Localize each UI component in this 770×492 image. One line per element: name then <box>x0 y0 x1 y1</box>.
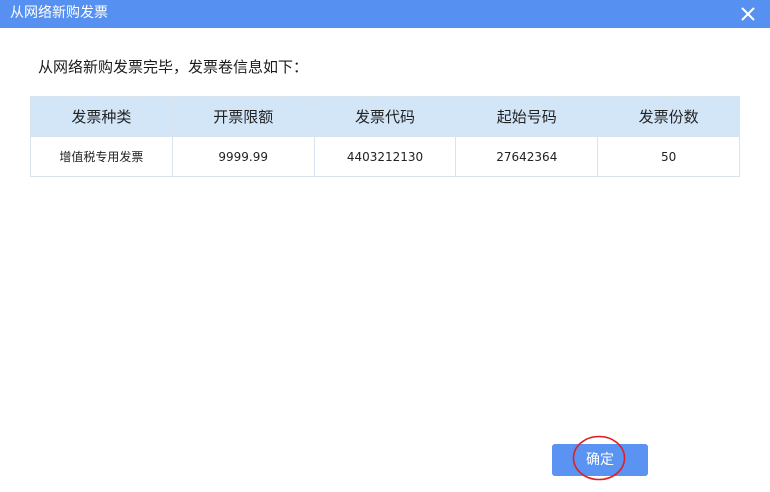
cell-invoice-type: 增值税专用发票 <box>30 136 173 177</box>
invoice-info-table: 发票种类 开票限额 发票代码 起始号码 发票份数 增值税专用发票 9999.99… <box>30 96 740 177</box>
column-header-start-number: 起始号码 <box>455 96 599 137</box>
dialog-window: 从网络新购发票 从网络新购发票完毕，发票卷信息如下： 发票种类 开票限额 发票代… <box>0 0 770 492</box>
ok-button[interactable]: 确定 <box>552 444 648 476</box>
cell-invoice-limit: 9999.99 <box>171 136 315 177</box>
column-header-count: 发票份数 <box>597 96 740 137</box>
title-bar: 从网络新购发票 <box>0 0 770 28</box>
close-icon <box>741 7 755 21</box>
cell-start-number: 27642364 <box>455 136 599 177</box>
column-header-limit: 开票限额 <box>171 96 315 137</box>
completion-message: 从网络新购发票完毕，发票卷信息如下： <box>38 58 309 76</box>
close-button[interactable] <box>740 6 756 22</box>
table-row: 增值税专用发票 9999.99 4403212130 27642364 50 <box>30 136 740 177</box>
cell-invoice-count: 50 <box>597 136 740 177</box>
window-title: 从网络新购发票 <box>10 5 108 21</box>
column-header-type: 发票种类 <box>30 96 173 137</box>
cell-invoice-code: 4403212130 <box>313 136 457 177</box>
table-header-row: 发票种类 开票限额 发票代码 起始号码 发票份数 <box>30 96 740 137</box>
column-header-code: 发票代码 <box>313 96 457 137</box>
